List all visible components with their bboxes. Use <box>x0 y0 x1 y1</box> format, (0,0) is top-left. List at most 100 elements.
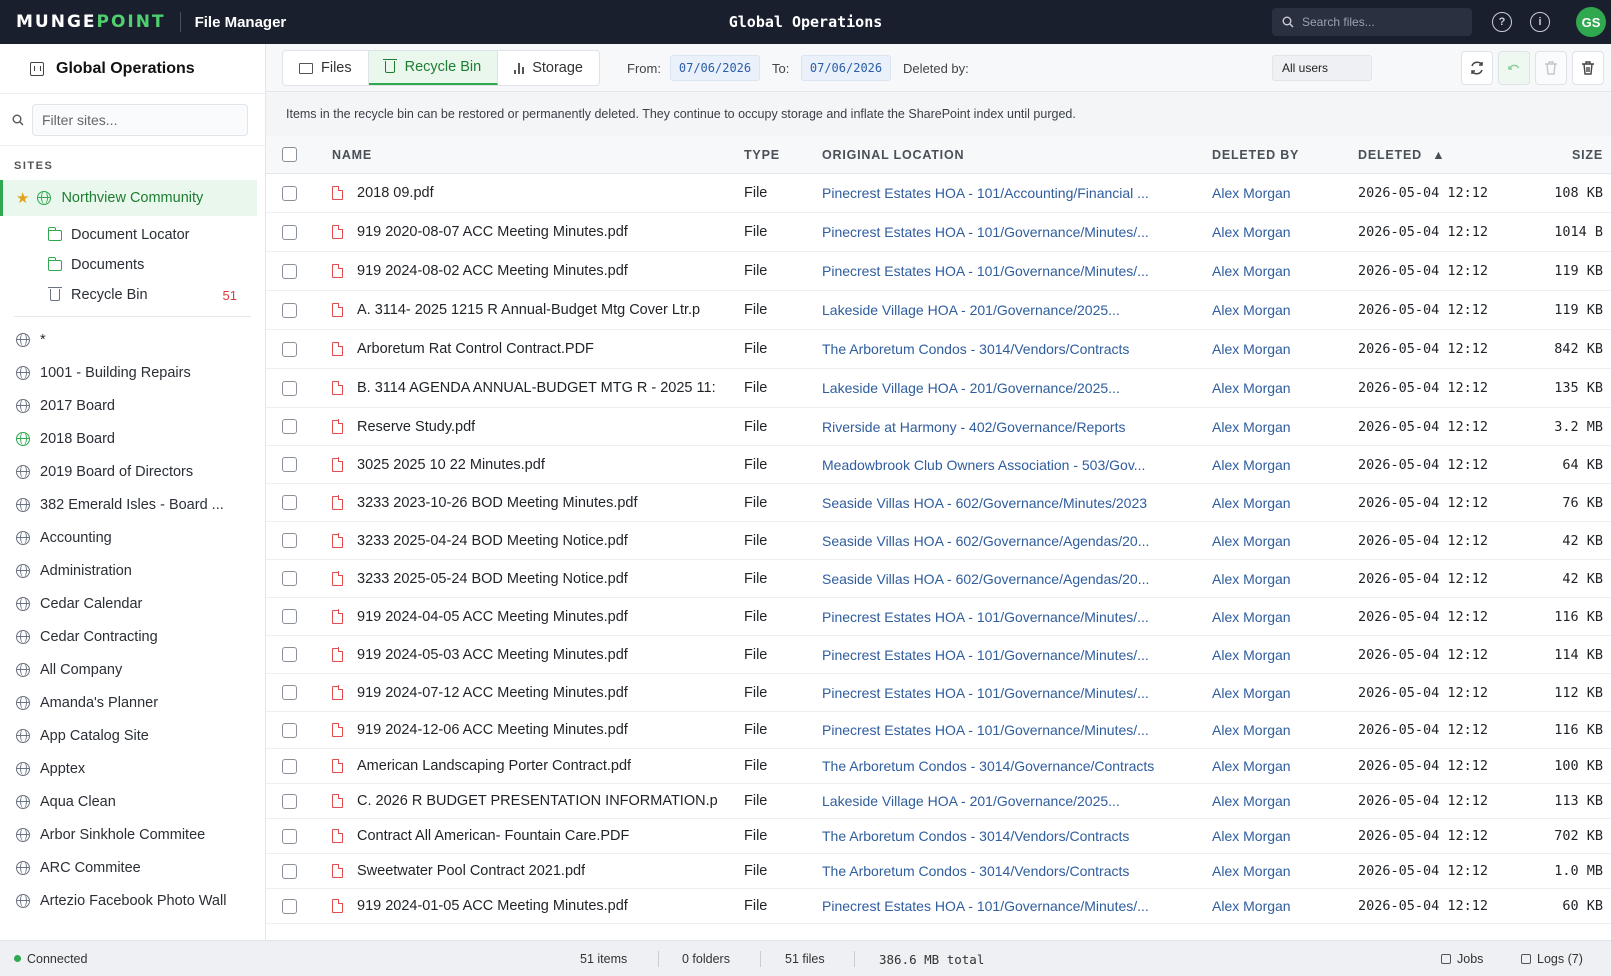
original-location-link[interactable]: Pinecrest Estates HOA - 101/Governance/M… <box>822 685 1212 701</box>
column-header-size[interactable]: SIZE <box>1541 148 1603 162</box>
row-checkbox[interactable] <box>282 863 297 879</box>
sidebar-subitem-document-locator[interactable]: Document Locator <box>0 220 265 250</box>
sidebar-site[interactable]: Administration <box>0 554 265 587</box>
deleted-by-user[interactable]: Alex Morgan <box>1212 828 1358 844</box>
deleted-by-user[interactable]: Alex Morgan <box>1212 185 1358 201</box>
table-row[interactable]: American Landscaping Porter Contract.pdf… <box>266 749 1611 784</box>
original-location-link[interactable]: Pinecrest Estates HOA - 101/Governance/M… <box>822 722 1212 738</box>
deleted-by-user[interactable]: Alex Morgan <box>1212 793 1358 809</box>
star-icon[interactable]: ★ <box>16 189 29 207</box>
row-checkbox[interactable] <box>282 609 297 624</box>
deleted-by-user[interactable]: Alex Morgan <box>1212 263 1358 279</box>
sidebar-site[interactable]: App Catalog Site <box>0 719 265 752</box>
sidebar-site[interactable]: 382 Emerald Isles - Board ... <box>0 488 265 521</box>
sidebar-site[interactable]: Amanda's Planner <box>0 686 265 719</box>
deleted-by-user[interactable]: Alex Morgan <box>1212 533 1358 549</box>
original-location-link[interactable]: Pinecrest Estates HOA - 101/Governance/M… <box>822 647 1212 663</box>
row-checkbox[interactable] <box>282 341 297 357</box>
tab-files[interactable]: Files <box>283 51 369 85</box>
column-header-type[interactable]: TYPE <box>740 148 822 162</box>
deleted-by-user[interactable]: Alex Morgan <box>1212 647 1358 663</box>
sidebar-site[interactable]: Accounting <box>0 521 265 554</box>
deleted-by-user[interactable]: Alex Morgan <box>1212 722 1358 738</box>
deleted-by-user[interactable]: Alex Morgan <box>1212 685 1358 701</box>
deleted-by-user[interactable]: Alex Morgan <box>1212 380 1358 396</box>
table-row[interactable]: C. 2026 R BUDGET PRESENTATION INFORMATIO… <box>266 784 1611 819</box>
column-header-deleted-by[interactable]: DELETED BY <box>1212 148 1358 162</box>
to-date-input[interactable]: 07/06/2026 <box>801 55 891 81</box>
original-location-link[interactable]: Pinecrest Estates HOA - 101/Governance/M… <box>822 263 1212 279</box>
table-row[interactable]: Contract All American- Fountain Care.PDF… <box>266 819 1611 854</box>
row-checkbox[interactable] <box>282 495 297 510</box>
column-header-location[interactable]: ORIGINAL LOCATION <box>822 148 1212 162</box>
select-all-checkbox[interactable] <box>282 147 297 162</box>
row-checkbox[interactable] <box>282 263 297 279</box>
table-row[interactable]: 919 2024-04-05 ACC Meeting Minutes.pdf Fi… <box>266 598 1611 636</box>
global-search[interactable] <box>1272 8 1472 36</box>
sidebar-site[interactable]: All Company <box>0 653 265 686</box>
sidebar-site[interactable]: Artezio Facebook Photo Wall <box>0 884 265 917</box>
deleted-by-user[interactable]: Alex Morgan <box>1212 898 1358 914</box>
sidebar-site[interactable]: 2019 Board of Directors <box>0 455 265 488</box>
sidebar-site-active[interactable]: ★ Northview Community <box>0 180 257 216</box>
original-location-link[interactable]: Lakeside Village HOA - 201/Governance/20… <box>822 793 1212 809</box>
original-location-link[interactable]: Seaside Villas HOA - 602/Governance/Agen… <box>822 571 1212 587</box>
original-location-link[interactable]: Lakeside Village HOA - 201/Governance/20… <box>822 380 1212 396</box>
sidebar-site[interactable]: ARC Commitee <box>0 851 265 884</box>
deleted-by-user[interactable]: Alex Morgan <box>1212 758 1358 774</box>
global-search-input[interactable] <box>1302 15 1462 29</box>
sidebar-site[interactable]: 1001 - Building Repairs <box>0 356 265 389</box>
row-checkbox[interactable] <box>282 185 297 201</box>
row-checkbox[interactable] <box>282 647 297 662</box>
column-header-deleted[interactable]: DELETED ▲ <box>1358 148 1541 162</box>
delete-selected-button[interactable] <box>1535 51 1567 85</box>
empty-bin-button[interactable] <box>1572 51 1604 85</box>
logs-button[interactable]: Logs (7) <box>1521 952 1583 966</box>
table-row[interactable]: Sweetwater Pool Contract 2021.pdf File The… <box>266 854 1611 889</box>
help-icon[interactable]: ? <box>1492 12 1512 32</box>
row-checkbox[interactable] <box>282 457 297 472</box>
original-location-link[interactable]: Lakeside Village HOA - 201/Governance/20… <box>822 302 1212 318</box>
original-location-link[interactable]: Riverside at Harmony - 402/Governance/Re… <box>822 419 1212 435</box>
deleted-by-user[interactable]: Alex Morgan <box>1212 609 1358 625</box>
row-checkbox[interactable] <box>282 380 297 396</box>
table-row[interactable]: 3233 2025-04-24 BOD Meeting Notice.pdf Fi… <box>266 522 1611 560</box>
from-date-input[interactable]: 07/06/2026 <box>670 55 760 81</box>
table-row[interactable]: 919 2024-12-06 ACC Meeting Minutes.pdf Fi… <box>266 712 1611 749</box>
tab-recycle-bin[interactable]: Recycle Bin <box>368 51 499 85</box>
original-location-link[interactable]: The Arboretum Condos - 3014/Vendors/Cont… <box>822 341 1212 357</box>
original-location-link[interactable]: Pinecrest Estates HOA - 101/Governance/M… <box>822 224 1212 240</box>
original-location-link[interactable]: Pinecrest Estates HOA - 101/Governance/M… <box>822 898 1212 914</box>
table-row[interactable]: 919 2024-05-03 ACC Meeting Minutes.pdf Fi… <box>266 636 1611 674</box>
info-icon[interactable]: i <box>1530 12 1550 32</box>
table-row[interactable]: 3025 2025 10 22 Minutes.pdf File Meadowbro… <box>266 446 1611 484</box>
row-checkbox[interactable] <box>282 685 297 700</box>
brand-logo[interactable]: MUNGEPOINT <box>16 12 166 32</box>
deleted-by-user[interactable]: Alex Morgan <box>1212 341 1358 357</box>
original-location-link[interactable]: Pinecrest Estates HOA - 101/Governance/M… <box>822 609 1212 625</box>
table-row[interactable]: Reserve Study.pdf File Riverside at Harmon… <box>266 408 1611 446</box>
sidebar-site[interactable]: Arbor Sinkhole Commitee <box>0 818 265 851</box>
table-row[interactable]: 919 2020-08-07 ACC Meeting Minutes.pdf Fi… <box>266 213 1611 252</box>
sidebar-site[interactable]: Apptex <box>0 752 265 785</box>
sidebar-site[interactable]: 2017 Board <box>0 389 265 422</box>
row-checkbox[interactable] <box>282 722 297 738</box>
sidebar-site[interactable]: 2018 Board <box>0 422 265 455</box>
deleted-by-user[interactable]: Alex Morgan <box>1212 302 1358 318</box>
filter-sites-input[interactable] <box>32 103 248 136</box>
row-checkbox[interactable] <box>282 419 297 434</box>
table-row[interactable]: Arboretum Rat Control Contract.PDF File Th… <box>266 330 1611 369</box>
table-row[interactable]: B. 3114 AGENDA ANNUAL-BUDGET MTG R - 202… <box>266 369 1611 408</box>
row-checkbox[interactable] <box>282 302 297 318</box>
deleted-by-select[interactable]: All users <box>1272 55 1372 81</box>
sidebar-site[interactable]: Aqua Clean <box>0 785 265 818</box>
column-header-name[interactable]: NAME <box>332 148 740 162</box>
table-row[interactable]: 919 2024-07-12 ACC Meeting Minutes.pdf Fi… <box>266 674 1611 712</box>
original-location-link[interactable]: The Arboretum Condos - 3014/Vendors/Cont… <box>822 828 1212 844</box>
original-location-link[interactable]: Meadowbrook Club Owners Association - 50… <box>822 457 1212 473</box>
original-location-link[interactable]: The Arboretum Condos - 3014/Governance/C… <box>822 758 1212 774</box>
sidebar-site[interactable]: Cedar Calendar <box>0 587 265 620</box>
table-row[interactable]: 919 2024-08-02 ACC Meeting Minutes.pdf Fi… <box>266 252 1611 291</box>
sidebar-site[interactable]: Cedar Contracting <box>0 620 265 653</box>
row-checkbox[interactable] <box>282 533 297 548</box>
